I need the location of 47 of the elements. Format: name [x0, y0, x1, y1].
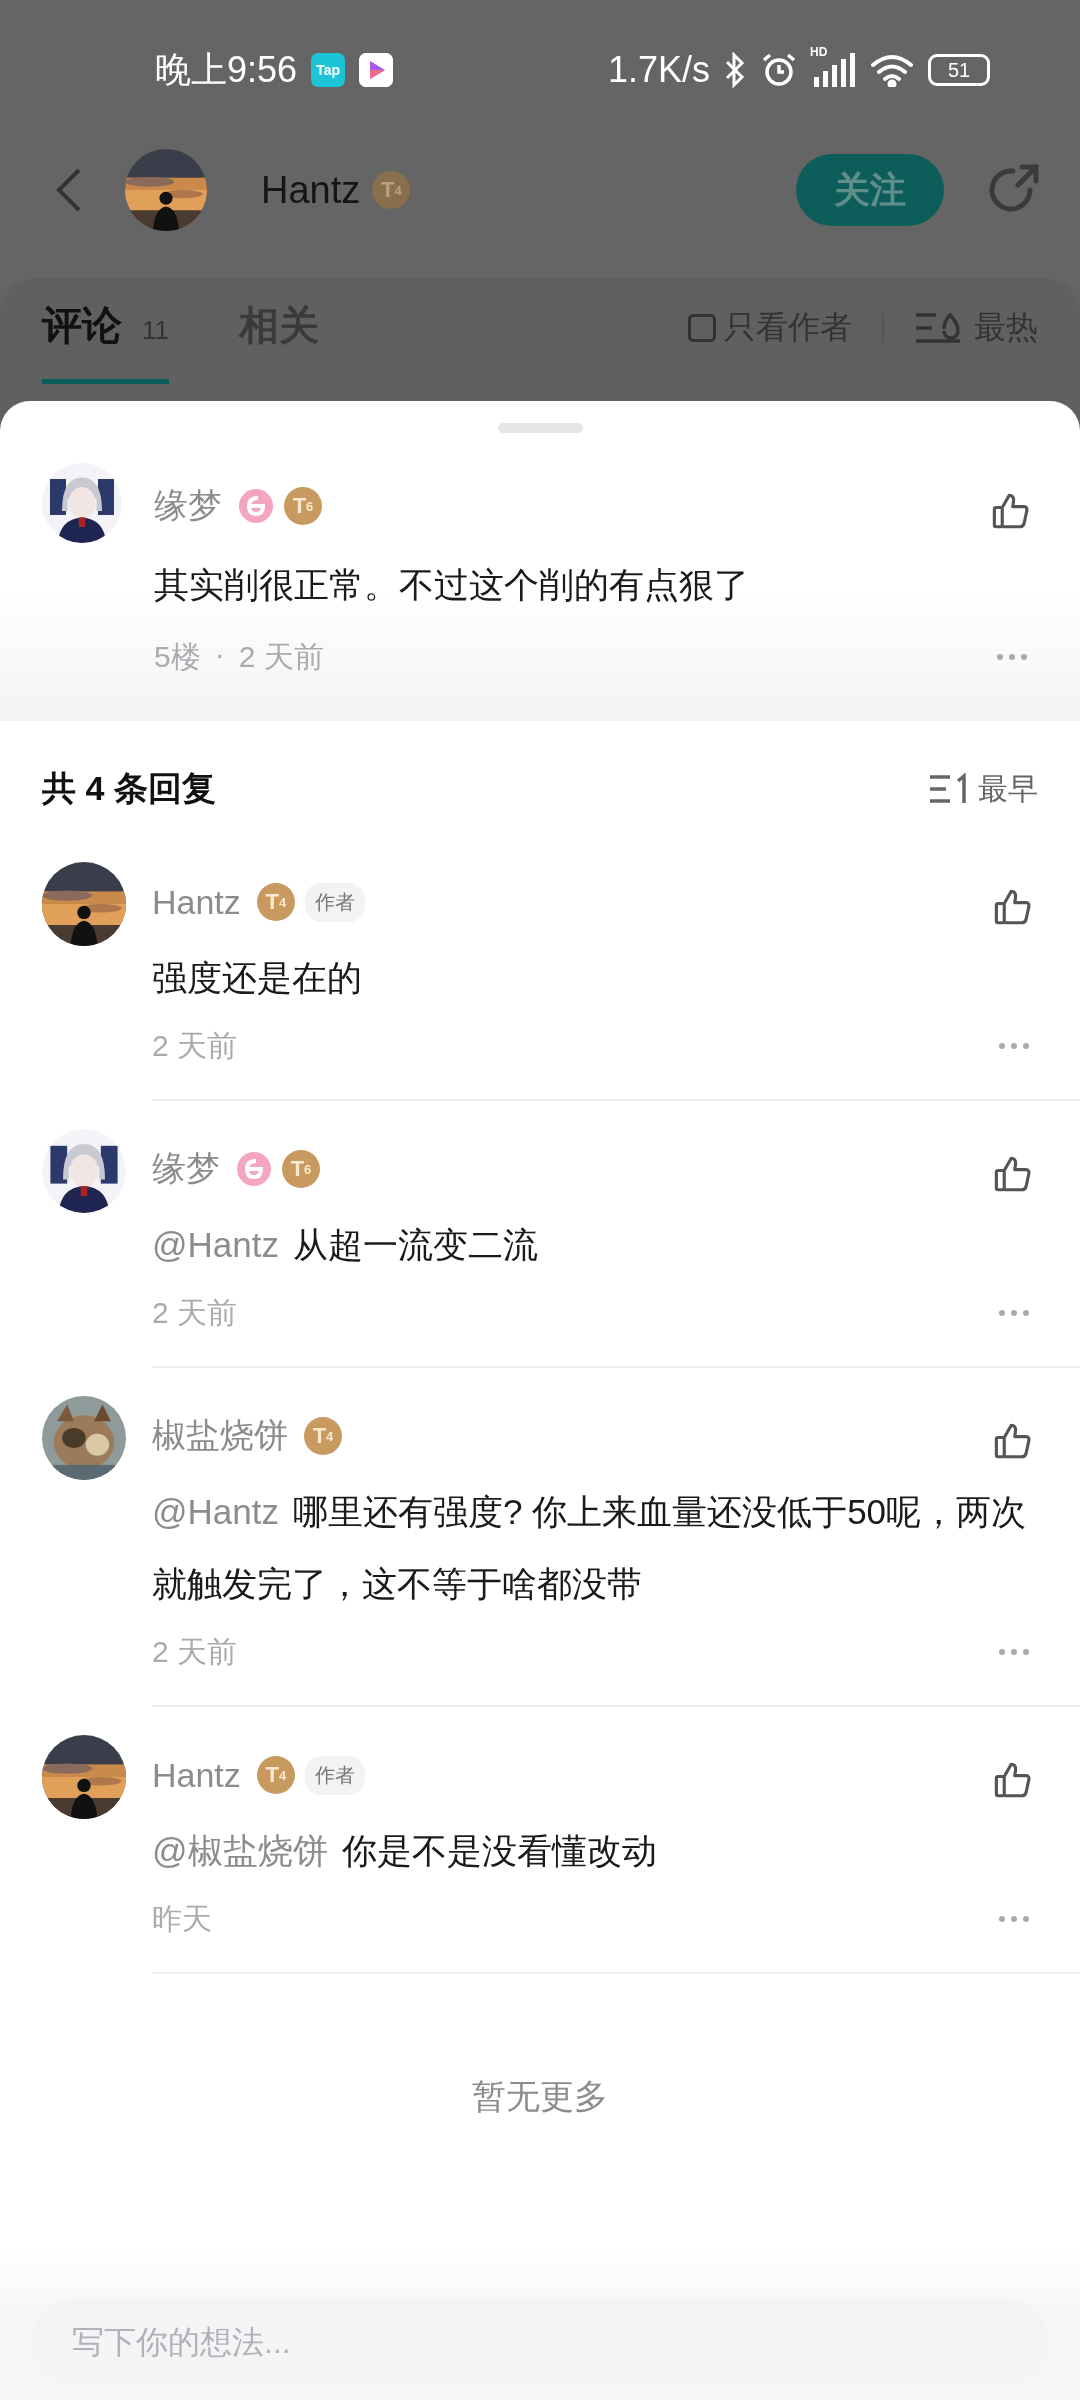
back-icon[interactable] [55, 167, 83, 213]
user-name[interactable]: Hantz [261, 168, 361, 212]
user-name[interactable]: Hantz [152, 1755, 241, 1795]
sort-icon [914, 311, 962, 345]
author-tag: 作者 [304, 1755, 365, 1795]
author-tag: 作者 [304, 882, 365, 922]
more-icon[interactable] [998, 1648, 1030, 1656]
reply-text: @Hantz 从超一流变二流 [152, 1224, 539, 1266]
timestamp: 昨天 [152, 1900, 212, 1937]
mention-link[interactable]: @Hantz [152, 1492, 279, 1531]
timestamp: 2 天前 [152, 1294, 238, 1331]
end-of-list-text: 暂无更多 [471, 2076, 609, 2117]
floor-number: 5楼 [154, 638, 201, 675]
sort-button[interactable]: 最早 [928, 768, 1038, 810]
replies-title: 共 4 条回复 [42, 768, 216, 809]
more-icon[interactable] [996, 653, 1028, 661]
reply-text: @椒盐烧饼 你是不是没看懂改动 [152, 1830, 658, 1872]
wifi-icon [870, 53, 914, 87]
separator-dot: · [214, 636, 225, 672]
more-icon[interactable] [998, 1042, 1030, 1050]
app-icon: Tap [311, 53, 346, 87]
badge-icon [238, 488, 274, 524]
clock: 晚上9:56 [155, 47, 298, 92]
mention-link[interactable]: @椒盐烧饼 [152, 1831, 328, 1870]
alarm-icon [760, 51, 798, 89]
follow-button[interactable]: 关注 [796, 154, 944, 226]
sort-icon [928, 773, 968, 805]
hd-label: HD [810, 45, 828, 59]
timestamp: 2 天前 [152, 1027, 238, 1064]
mention-link[interactable]: @Hantz [152, 1225, 279, 1264]
user-name[interactable]: 缘梦 [152, 1146, 220, 1192]
reply-text: 强度还是在的 [152, 957, 363, 999]
reply-text: @Hantz 哪里还有强度? 你上来血量还没低于50呢，两次就触发完了，这不等于啥都没带 [152, 1491, 1028, 1605]
drag-handle[interactable] [497, 423, 583, 433]
user-name[interactable]: 缘梦 [154, 483, 222, 529]
play-icon [359, 53, 394, 87]
timestamp: 2 天前 [152, 1633, 238, 1670]
more-icon[interactable] [998, 1915, 1030, 1923]
user-name[interactable]: 椒盐烧饼 [152, 1413, 288, 1459]
battery-indicator: 51 [928, 54, 990, 86]
comment-text: 其实削很正常。不过这个削的有点狠了 [154, 564, 750, 606]
user-name[interactable]: Hantz [152, 882, 241, 922]
network-speed: 1.7K/s [607, 49, 710, 91]
badge-icon [236, 1151, 272, 1187]
timestamp: 2 天前 [238, 638, 324, 675]
bluetooth-icon [724, 52, 746, 88]
more-icon[interactable] [998, 1309, 1030, 1317]
